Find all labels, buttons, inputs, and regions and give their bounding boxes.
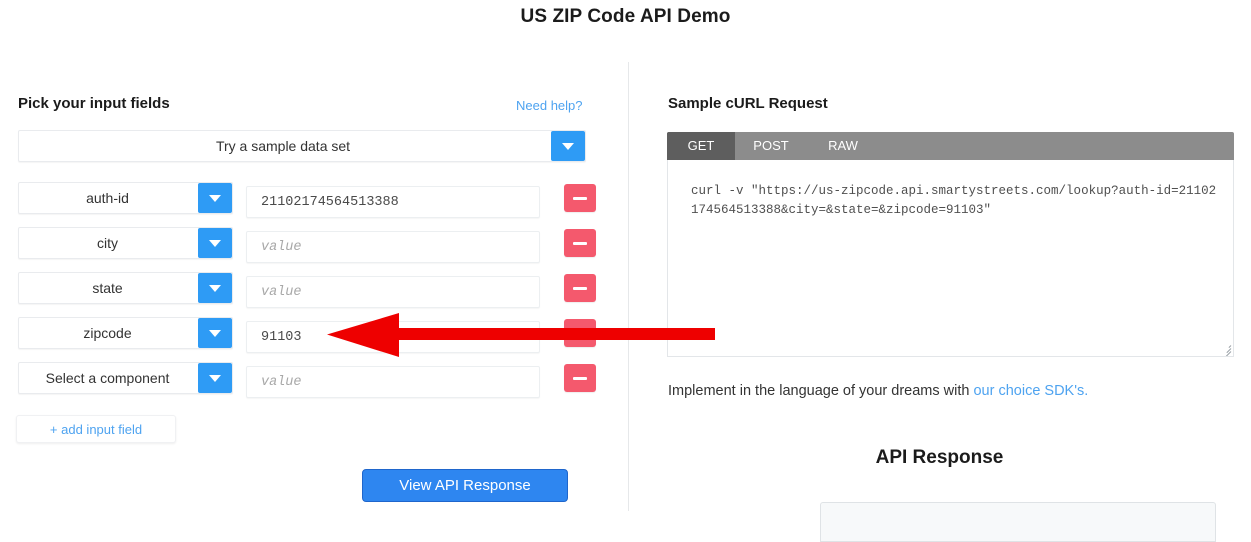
sdk-link[interactable]: our choice SDK's. bbox=[973, 383, 1088, 399]
component-select-label: zipcode bbox=[83, 325, 132, 341]
value-input[interactable] bbox=[246, 366, 540, 398]
value-input[interactable] bbox=[246, 276, 540, 308]
chevron-down-icon[interactable] bbox=[198, 228, 232, 258]
need-help-link[interactable]: Need help? bbox=[516, 98, 583, 113]
sample-data-set-select[interactable]: Try a sample data set bbox=[18, 130, 586, 162]
curl-request-panel: Sample cURL Request GET POST RAW curl -v… bbox=[628, 0, 1251, 542]
input-field-row: state bbox=[18, 272, 596, 310]
input-field-row: auth-id bbox=[18, 182, 596, 220]
chevron-down-icon[interactable] bbox=[198, 183, 232, 213]
component-select-label: state bbox=[92, 280, 123, 296]
chevron-down-icon[interactable] bbox=[198, 363, 232, 393]
chevron-down-icon[interactable] bbox=[198, 273, 232, 303]
component-select[interactable]: Select a component bbox=[18, 362, 233, 394]
value-input[interactable] bbox=[246, 231, 540, 263]
curl-command-text: curl -v "https://us-zipcode.api.smartyst… bbox=[691, 184, 1217, 217]
remove-field-button[interactable] bbox=[564, 364, 596, 392]
input-field-row: Select a component bbox=[18, 362, 596, 400]
resize-handle-icon[interactable] bbox=[1219, 342, 1232, 356]
api-response-output bbox=[820, 502, 1216, 542]
tab-raw[interactable]: RAW bbox=[807, 132, 879, 160]
input-field-row: zipcode bbox=[18, 317, 596, 355]
component-select-label: Select a component bbox=[45, 370, 170, 386]
component-select[interactable]: city bbox=[18, 227, 233, 259]
implement-sdk-label: Implement in the language of your dreams… bbox=[668, 383, 974, 399]
input-fields-panel: Pick your input fields Need help? Try a … bbox=[0, 0, 628, 511]
curl-request-heading: Sample cURL Request bbox=[668, 95, 828, 112]
input-field-row: city bbox=[18, 227, 596, 265]
sample-data-set-label: Try a sample data set bbox=[215, 138, 351, 154]
add-input-field-button[interactable]: + add input field bbox=[16, 415, 176, 443]
tab-post[interactable]: POST bbox=[735, 132, 807, 160]
component-select[interactable]: auth-id bbox=[18, 182, 233, 214]
view-api-response-button[interactable]: View API Response bbox=[362, 469, 568, 502]
tab-get[interactable]: GET bbox=[667, 132, 735, 160]
value-input[interactable] bbox=[246, 186, 540, 218]
component-select[interactable]: state bbox=[18, 272, 233, 304]
curl-command-textarea[interactable]: curl -v "https://us-zipcode.api.smartyst… bbox=[667, 160, 1234, 357]
remove-field-button[interactable] bbox=[564, 229, 596, 257]
component-select-label: city bbox=[97, 235, 118, 251]
chevron-down-icon[interactable] bbox=[551, 131, 585, 161]
value-input[interactable] bbox=[246, 321, 540, 353]
remove-field-button[interactable] bbox=[564, 319, 596, 347]
api-response-heading: API Response bbox=[875, 447, 1004, 468]
remove-field-button[interactable] bbox=[564, 184, 596, 212]
component-select[interactable]: zipcode bbox=[18, 317, 233, 349]
implement-sdk-text: Implement in the language of your dreams… bbox=[668, 383, 1088, 399]
component-select-label: auth-id bbox=[86, 190, 129, 206]
remove-field-button[interactable] bbox=[564, 274, 596, 302]
chevron-down-icon[interactable] bbox=[198, 318, 232, 348]
request-method-tabs: GET POST RAW bbox=[667, 132, 1234, 160]
input-fields-heading: Pick your input fields bbox=[18, 95, 170, 112]
